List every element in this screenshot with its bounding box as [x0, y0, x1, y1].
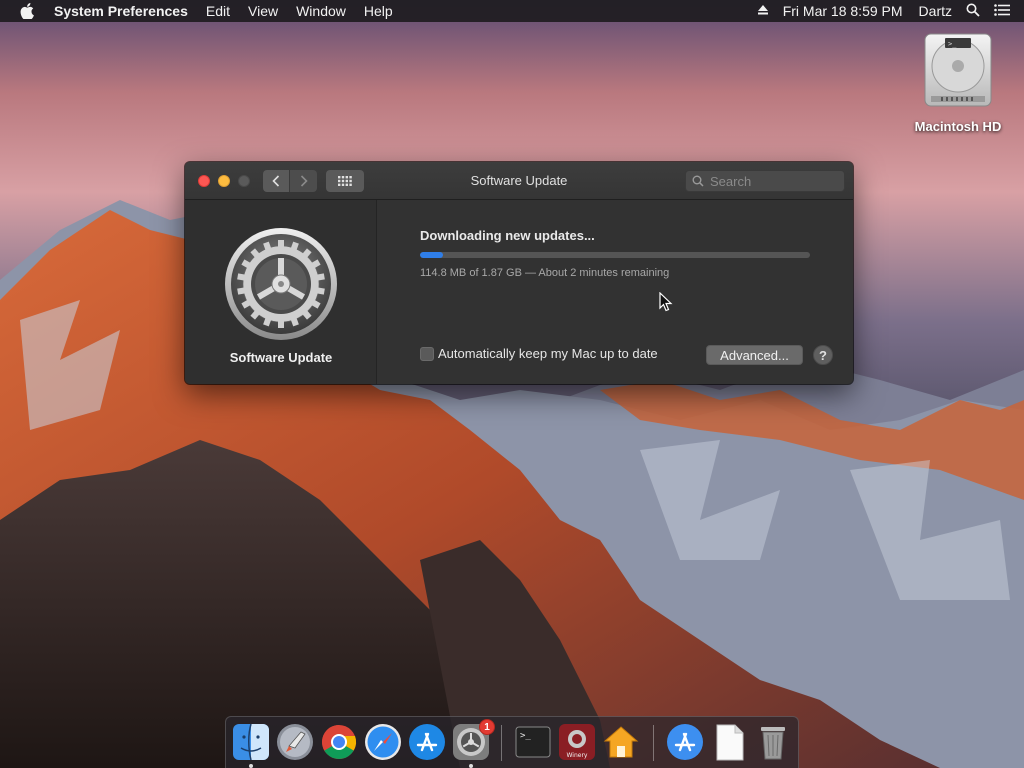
- rocket-icon: [277, 724, 313, 760]
- eject-icon[interactable]: [757, 3, 769, 19]
- menu-edit[interactable]: Edit: [197, 0, 239, 22]
- winery-label: Winery: [567, 752, 588, 759]
- search-icon: [692, 175, 704, 187]
- title-bar[interactable]: Software Update: [185, 162, 853, 200]
- zoom-button[interactable]: [238, 175, 250, 187]
- notification-center-icon[interactable]: [994, 3, 1010, 19]
- desktop-icon-label: Macintosh HD: [914, 119, 1002, 134]
- finder-icon: [233, 723, 269, 761]
- dock-item-home[interactable]: [601, 722, 641, 762]
- back-button[interactable]: [263, 170, 290, 192]
- dock-separator: [653, 725, 654, 761]
- running-indicator: [469, 764, 473, 768]
- app-store-icon: [409, 724, 445, 760]
- desktop-icon-macintosh-hd[interactable]: >_ Macintosh HD: [908, 32, 1008, 134]
- forward-button[interactable]: [290, 170, 317, 192]
- menu-view[interactable]: View: [239, 0, 287, 22]
- dock-item-applications[interactable]: [665, 722, 705, 762]
- download-progress-bar: [420, 252, 810, 258]
- trash-icon: [761, 727, 785, 760]
- help-button[interactable]: ?: [813, 345, 833, 365]
- close-button[interactable]: [198, 175, 210, 187]
- download-status-title: Downloading new updates...: [420, 228, 595, 243]
- svg-text:>_: >_: [948, 40, 957, 48]
- dock-item-winery[interactable]: Winery: [557, 722, 597, 762]
- notification-badge: 1: [479, 719, 495, 735]
- advanced-button[interactable]: Advanced...: [706, 345, 803, 365]
- minimize-button[interactable]: [218, 175, 230, 187]
- auto-update-checkbox[interactable]: [420, 346, 434, 361]
- dock-item-finder[interactable]: [231, 722, 271, 762]
- sidebar: Software Update: [185, 200, 377, 384]
- hard-drive-icon: >_: [924, 33, 992, 107]
- dock-item-trash[interactable]: [753, 722, 793, 762]
- search-field[interactable]: [685, 170, 845, 192]
- app-store-icon: [667, 724, 703, 760]
- apple-icon[interactable]: [20, 3, 36, 19]
- dock-item-launchpad[interactable]: [275, 722, 315, 762]
- home-icon: [603, 726, 639, 758]
- menu-window[interactable]: Window: [287, 0, 355, 22]
- update-content: Downloading new updates... 114.8 MB of 1…: [378, 200, 853, 384]
- menu-bar: System Preferences Edit View Window Help…: [0, 0, 1024, 22]
- svg-text:>_: >_: [520, 731, 531, 741]
- auto-update-label: Automatically keep my Mac up to date: [438, 346, 658, 361]
- running-indicator: [249, 764, 253, 768]
- menu-user[interactable]: Dartz: [919, 3, 952, 19]
- dock-item-app-store[interactable]: [407, 722, 447, 762]
- dock: 1 >_ Winery: [225, 716, 799, 768]
- software-update-window: Software Update Search Software Update D…: [185, 162, 853, 384]
- dock-item-safari[interactable]: [363, 722, 403, 762]
- download-progress-fill: [420, 252, 444, 258]
- menu-help[interactable]: Help: [355, 0, 402, 22]
- spotlight-icon[interactable]: [966, 3, 980, 20]
- document-icon: [716, 724, 744, 761]
- search-input[interactable]: [710, 173, 830, 189]
- grid-icon: [338, 176, 352, 186]
- menu-clock[interactable]: Fri Mar 18 8:59 PM: [783, 3, 903, 19]
- dock-item-chrome[interactable]: [319, 722, 359, 762]
- dock-item-system-preferences[interactable]: 1: [451, 719, 495, 762]
- terminal-icon: >_: [515, 726, 551, 758]
- gear-icon: [225, 228, 337, 340]
- mouse-cursor-icon: [659, 292, 673, 312]
- dock-separator: [501, 725, 502, 761]
- download-progress-detail: 114.8 MB of 1.87 GB — About 2 minutes re…: [420, 267, 670, 279]
- sidebar-label: Software Update: [229, 350, 333, 365]
- dock-item-terminal[interactable]: >_: [513, 722, 553, 762]
- auto-update-option[interactable]: Automatically keep my Mac up to date: [420, 346, 658, 361]
- chrome-icon: [322, 725, 357, 759]
- chevron-left-icon: [272, 175, 280, 187]
- navigation-buttons: [263, 170, 318, 192]
- chevron-right-icon: [300, 175, 308, 187]
- desktop-wallpaper: [0, 0, 1024, 768]
- winery-icon: Winery: [559, 724, 595, 760]
- dock-item-document[interactable]: [709, 722, 749, 762]
- compass-icon: [365, 724, 401, 760]
- menu-app-name[interactable]: System Preferences: [50, 0, 197, 22]
- show-all-button[interactable]: [326, 170, 364, 192]
